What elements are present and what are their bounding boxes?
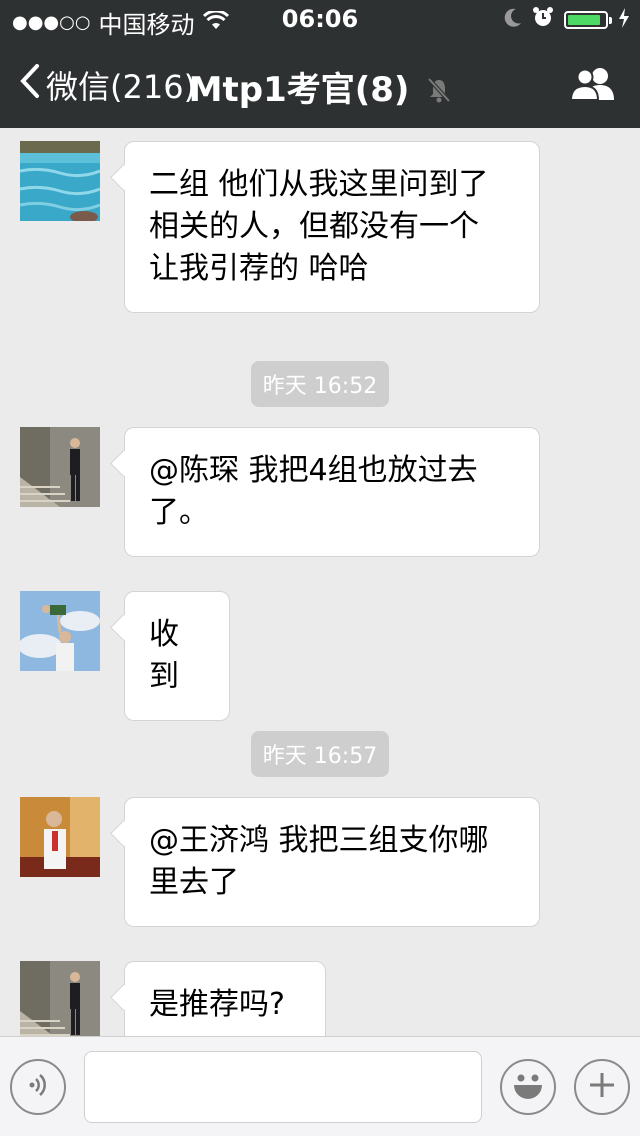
more-button[interactable]	[574, 1059, 630, 1115]
alarm-icon	[532, 6, 554, 34]
avatar[interactable]	[20, 591, 100, 671]
battery-icon	[564, 11, 612, 29]
message-text-line: 是推荐吗?	[149, 987, 285, 1022]
message-bubble[interactable]: 收到	[124, 591, 230, 721]
avatar[interactable]	[20, 797, 100, 877]
message-bubble[interactable]: @陈琛 我把4组也放过去 了。	[124, 427, 540, 557]
message-row: @陈琛 我把4组也放过去 了。	[20, 427, 540, 557]
message-bubble[interactable]: @王济鸿 我把三组支你哪 里去了	[124, 797, 540, 927]
message-text-line: @陈琛 我把4组也放过去	[149, 453, 478, 488]
charging-icon	[618, 6, 630, 34]
chat-title-text: Mtp1考官(8)	[188, 70, 410, 110]
message-text-line: @王济鸿 我把三组支你哪	[149, 823, 489, 858]
message-row: 是推荐吗?	[20, 961, 326, 1036]
chat-title: Mtp1考官(8)	[0, 62, 640, 112]
timestamp: 昨天 16:57	[0, 731, 640, 777]
avatar[interactable]	[20, 961, 100, 1036]
timestamp-label: 昨天 16:57	[250, 731, 390, 777]
message-text-line: 收到	[149, 617, 179, 694]
voice-button[interactable]	[10, 1059, 66, 1115]
message-text-line: 了。	[149, 495, 209, 530]
moon-icon	[504, 6, 522, 34]
message-text-line: 让我引荐的 哈哈	[149, 251, 369, 286]
input-bar	[0, 1036, 640, 1136]
chat-area[interactable]: 二组 他们从我这里问到了 相关的人，但都没有一个 让我引荐的 哈哈 昨天 16:…	[0, 128, 640, 1036]
emoji-button[interactable]	[500, 1059, 556, 1115]
message-input[interactable]	[84, 1051, 482, 1123]
message-bubble[interactable]: 二组 他们从我这里问到了 相关的人，但都没有一个 让我引荐的 哈哈	[124, 141, 540, 313]
timestamp-label: 昨天 16:52	[250, 361, 390, 407]
message-row: 二组 他们从我这里问到了 相关的人，但都没有一个 让我引荐的 哈哈	[20, 141, 540, 313]
avatar[interactable]	[20, 141, 100, 221]
timestamp: 昨天 16:52	[0, 361, 640, 407]
message-row: @王济鸿 我把三组支你哪 里去了	[20, 797, 540, 927]
message-text-line: 二组 他们从我这里问到了	[149, 167, 489, 202]
group-members-icon[interactable]	[569, 66, 616, 106]
message-bubble[interactable]: 是推荐吗?	[124, 961, 326, 1036]
message-text-line: 相关的人，但都没有一个	[149, 209, 479, 244]
avatar[interactable]	[20, 427, 100, 507]
message-row: 收到	[20, 591, 230, 721]
nav-bar: 微信(216) Mtp1考官(8)	[0, 40, 640, 128]
mute-bell-icon	[427, 72, 451, 112]
voice-icon	[23, 1070, 53, 1104]
message-text-line: 里去了	[149, 865, 239, 900]
emoji-icon	[508, 1065, 548, 1109]
status-bar: ●●●○○ 中国移动 06:06	[0, 0, 640, 40]
plus-icon	[587, 1070, 617, 1104]
